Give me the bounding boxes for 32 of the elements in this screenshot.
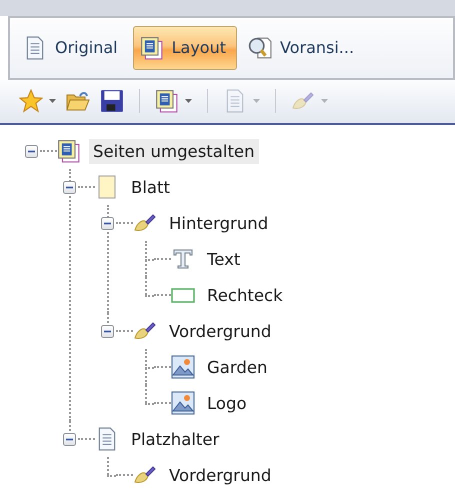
tree-item[interactable]: Seiten umgestalten: [89, 138, 259, 164]
folder-icon: [66, 89, 90, 114]
tree-item[interactable]: Vordergrund: [165, 462, 276, 488]
tree-item[interactable]: Hintergrund: [165, 210, 272, 236]
view-tab[interactable]: Voransi...: [241, 26, 366, 70]
layout-icon: [57, 139, 81, 163]
tree-item[interactable]: Platzhalter: [127, 426, 224, 452]
save-icon: [100, 89, 124, 114]
collapse-toggle[interactable]: [24, 144, 38, 158]
view-tab[interactable]: Layout: [132, 26, 237, 70]
layout-icon: [140, 36, 164, 60]
collapse-toggle[interactable]: [62, 180, 76, 194]
collapse-toggle[interactable]: [100, 324, 114, 338]
collapse-toggle[interactable]: [62, 432, 76, 446]
layout-icon: [155, 89, 179, 114]
caret-icon: [49, 99, 56, 104]
star-icon: [19, 89, 43, 114]
tree-item[interactable]: Text: [203, 246, 244, 272]
caret-icon: [321, 99, 328, 104]
caret-icon: [253, 99, 260, 104]
image-icon: [171, 391, 195, 415]
tree-item[interactable]: Rechteck: [203, 282, 287, 308]
collapse-toggle[interactable]: [100, 216, 114, 230]
magnifier-page-icon: [248, 36, 272, 60]
tree-item[interactable]: Logo: [203, 390, 251, 416]
tree-item[interactable]: Vordergrund: [165, 318, 276, 344]
image-icon: [171, 355, 195, 379]
tree-item[interactable]: Blatt: [127, 174, 174, 200]
view-tab[interactable]: Original: [16, 26, 129, 70]
tree-item[interactable]: Garden: [203, 354, 272, 380]
text-tool-icon: [171, 247, 195, 271]
caret-icon: [185, 99, 192, 104]
